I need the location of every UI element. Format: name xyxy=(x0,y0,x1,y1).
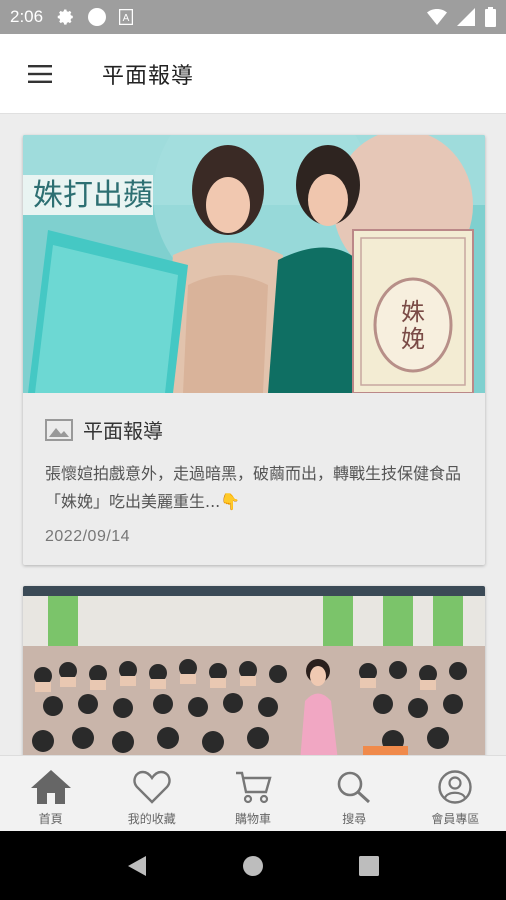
heart-icon xyxy=(133,770,171,804)
page-title: 平面報導 xyxy=(102,63,195,89)
cart-icon xyxy=(236,771,272,804)
back-icon[interactable] xyxy=(126,854,148,878)
svg-text:娩: 娩 xyxy=(401,325,425,353)
system-nav-bar xyxy=(0,831,506,900)
status-system-icons xyxy=(427,7,496,27)
nav-label: 購物車 xyxy=(235,812,272,826)
article-category: 平面報導 xyxy=(45,415,463,444)
nav-label: 我的收藏 xyxy=(127,812,176,826)
a-badge-icon: A xyxy=(119,9,134,25)
category-label: 平面報導 xyxy=(83,419,163,443)
status-notification-icons: A xyxy=(57,7,134,27)
svg-text:姝打出蘋: 姝打出蘋 xyxy=(33,178,153,213)
svg-text:姝: 姝 xyxy=(401,298,425,326)
home-circle-icon[interactable] xyxy=(241,854,265,878)
signal-icon xyxy=(457,8,475,26)
recents-icon[interactable] xyxy=(358,855,380,877)
app-bar: 平面報導 xyxy=(0,34,506,114)
article-image xyxy=(23,586,485,755)
home-icon xyxy=(30,770,71,804)
article-card[interactable]: 姝打出蘋 姝 娩 平面報導 張懷媗拍戲意外，走過暗黑，破繭而出，轉戰生技保健食品… xyxy=(23,135,485,565)
nav-cart[interactable]: 購物車 xyxy=(202,756,303,831)
account-icon xyxy=(438,770,473,804)
status-bar: 2:06 A xyxy=(0,0,506,34)
nav-label: 搜尋 xyxy=(342,812,367,826)
article-date: 2022/09/14 xyxy=(45,528,131,545)
menu-button[interactable] xyxy=(0,34,80,114)
gear-icon xyxy=(57,9,73,25)
nav-favorites[interactable]: 我的收藏 xyxy=(101,756,202,831)
article-list: 姝打出蘋 姝 娩 平面報導 張懷媗拍戲意外，走過暗黑，破繭而出，轉戰生技保健食品… xyxy=(0,115,506,755)
nav-search[interactable]: 搜尋 xyxy=(304,756,405,831)
nav-label: 首頁 xyxy=(38,812,63,826)
article-excerpt: 張懷媗拍戲意外，走過暗黑，破繭而出，轉戰生技保健食品「姝娩」吃出美麗重生...👇 xyxy=(45,464,462,511)
status-time: 2:06 xyxy=(10,7,44,26)
nav-account[interactable]: 會員專區 xyxy=(405,756,506,831)
article-image: 姝打出蘋 姝 娩 xyxy=(23,135,485,393)
bottom-nav: 首頁 我的收藏 購物車 搜尋 會員專區 xyxy=(0,755,506,831)
search-icon xyxy=(337,771,371,804)
battery-icon xyxy=(485,7,496,27)
circle-icon xyxy=(88,8,107,26)
wifi-icon xyxy=(427,9,447,25)
svg-text:A: A xyxy=(123,13,130,24)
article-card[interactable] xyxy=(23,586,485,755)
image-icon xyxy=(45,418,73,441)
hamburger-menu-icon xyxy=(28,64,52,83)
nav-home[interactable]: 首頁 xyxy=(0,756,101,831)
nav-label: 會員專區 xyxy=(431,812,480,826)
